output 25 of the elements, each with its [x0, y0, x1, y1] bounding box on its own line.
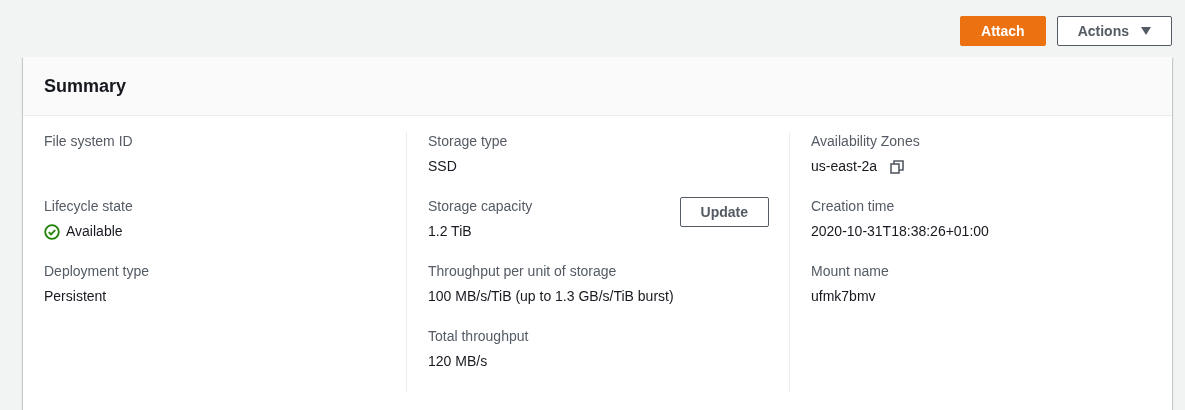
field-value: 2020-10-31T18:38:26+01:00 [811, 222, 989, 241]
field-label: Total throughput [428, 327, 529, 346]
field-value: us-east-2a [811, 157, 878, 176]
field-value: 1.2 TiB [428, 222, 472, 241]
field-label: Throughput per unit of storage [428, 262, 617, 281]
field-label: Storage type [428, 132, 508, 151]
card-title: Summary [44, 75, 127, 97]
field-label: Mount name [811, 262, 889, 281]
field-value: 100 MB/s/TiB (up to 1.3 GB/s/TiB burst) [428, 287, 674, 306]
caret-icon [1141, 27, 1151, 35]
field-label: File system ID [44, 132, 133, 151]
field-value: Persistent [44, 287, 107, 306]
check-circle-icon [44, 223, 60, 240]
actions-button[interactable]: Actions [1056, 16, 1172, 46]
field-value: 120 MB/s [428, 352, 488, 371]
field-label: Lifecycle state [44, 197, 133, 216]
field-value: SSD [428, 157, 457, 176]
field-label: Storage capacity [428, 197, 533, 216]
field-label: Creation time [811, 197, 895, 216]
status-text: Available [66, 222, 123, 241]
copy-icon[interactable] [889, 158, 906, 175]
update-button[interactable]: Update [679, 197, 769, 227]
field-label: Deployment type [44, 262, 150, 281]
field-value: ufmk7bmv [811, 287, 876, 306]
field-label: Availability Zones [811, 132, 920, 151]
